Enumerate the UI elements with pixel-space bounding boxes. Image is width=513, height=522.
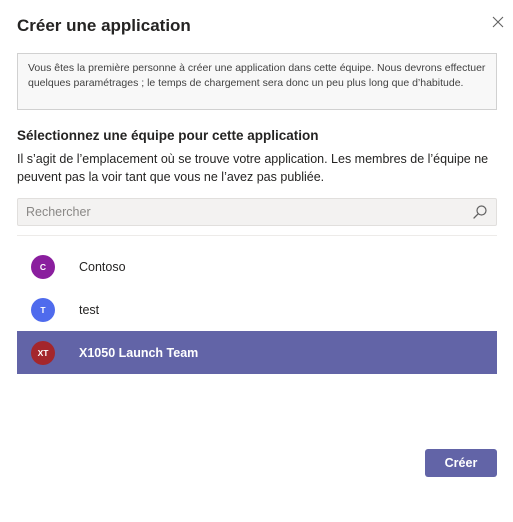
dialog-title: Créer une application — [17, 16, 191, 35]
first-time-notice: Vous êtes la première personne à créer u… — [17, 53, 497, 110]
search-icon[interactable] — [472, 204, 488, 220]
team-list: C Contoso T test XT X1050 Launch Team — [17, 245, 497, 374]
team-item-x1050-launch-team[interactable]: XT X1050 Launch Team — [17, 331, 497, 374]
avatar: T — [31, 297, 55, 322]
section-description: Il s’agit de l’emplacement où se trouve … — [17, 152, 489, 184]
team-name: X1050 Launch Team — [79, 345, 199, 360]
section-title: Sélectionnez une équipe pour cette appli… — [17, 128, 319, 143]
avatar: C — [31, 254, 55, 279]
team-item-contoso[interactable]: C Contoso — [17, 245, 497, 288]
team-name: Contoso — [79, 259, 126, 274]
team-name: test — [79, 302, 100, 317]
search-input[interactable] — [18, 199, 496, 225]
close-button[interactable] — [490, 14, 506, 30]
close-icon — [492, 16, 504, 28]
search-box — [17, 198, 497, 226]
create-button[interactable]: Créer — [425, 449, 497, 477]
divider — [17, 235, 497, 236]
team-item-test[interactable]: T test — [17, 288, 497, 331]
create-app-dialog: Créer une application Vous êtes la premi… — [0, 0, 513, 522]
avatar: XT — [31, 340, 55, 365]
